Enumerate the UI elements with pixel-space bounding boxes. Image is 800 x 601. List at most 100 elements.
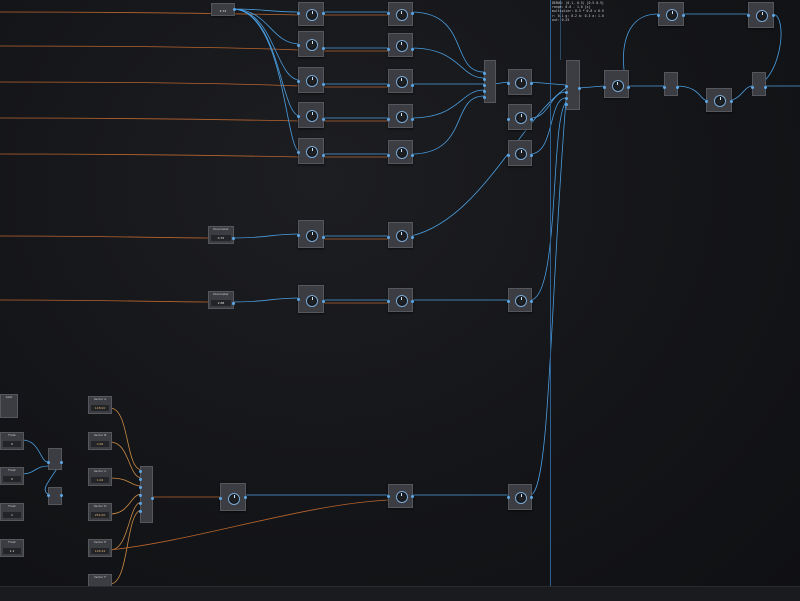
input-port[interactable] bbox=[507, 496, 510, 499]
output-port[interactable] bbox=[151, 497, 154, 500]
input-port[interactable] bbox=[297, 12, 300, 15]
value-field[interactable]: 1 bbox=[3, 512, 21, 518]
output-port[interactable] bbox=[764, 86, 767, 89]
knob-node[interactable] bbox=[507, 140, 533, 166]
input-port[interactable] bbox=[387, 236, 390, 239]
input-port[interactable] bbox=[483, 72, 486, 75]
knob-node[interactable] bbox=[219, 483, 247, 511]
knob-node[interactable] bbox=[297, 220, 325, 248]
output-port[interactable] bbox=[627, 86, 630, 89]
input-port[interactable] bbox=[139, 494, 142, 497]
split-node[interactable]: Split bbox=[0, 394, 18, 418]
float-node[interactable]: Float 1 bbox=[0, 503, 24, 521]
output-port[interactable] bbox=[578, 87, 581, 90]
input-port[interactable] bbox=[483, 90, 486, 93]
input-port[interactable] bbox=[507, 154, 510, 157]
input-port[interactable] bbox=[297, 298, 300, 301]
input-port[interactable] bbox=[139, 510, 142, 513]
input-port[interactable] bbox=[483, 96, 486, 99]
knob-node[interactable] bbox=[387, 222, 414, 248]
knob-node[interactable] bbox=[297, 138, 325, 164]
output-port[interactable] bbox=[530, 154, 533, 157]
input-port[interactable] bbox=[507, 118, 510, 121]
output-port[interactable] bbox=[322, 12, 325, 15]
vector-input-node[interactable]: Vector C 1.00 bbox=[88, 468, 112, 486]
value-field[interactable]: 0 bbox=[3, 441, 21, 447]
input-port[interactable] bbox=[387, 84, 390, 87]
input-port[interactable] bbox=[387, 154, 390, 157]
input-port[interactable] bbox=[297, 151, 300, 154]
input-port[interactable] bbox=[657, 14, 660, 17]
input-port[interactable] bbox=[139, 478, 142, 481]
knob-node[interactable] bbox=[747, 2, 775, 28]
input-port[interactable] bbox=[139, 470, 142, 473]
output-port[interactable] bbox=[772, 14, 775, 17]
output-port[interactable] bbox=[60, 494, 63, 497]
output-port[interactable] bbox=[322, 47, 325, 50]
knob-node[interactable] bbox=[297, 31, 325, 57]
value-field[interactable]: 1.00 bbox=[91, 477, 109, 483]
input-port[interactable] bbox=[139, 502, 142, 505]
input-port[interactable] bbox=[387, 12, 390, 15]
input-port[interactable] bbox=[297, 115, 300, 118]
knob-dial[interactable] bbox=[306, 39, 318, 52]
merge-node[interactable] bbox=[751, 72, 767, 96]
knob-dial[interactable] bbox=[515, 77, 527, 90]
value-field[interactable]: 0 bbox=[3, 476, 21, 482]
knob-node[interactable] bbox=[387, 2, 414, 26]
input-port[interactable] bbox=[663, 86, 666, 89]
input-port[interactable] bbox=[565, 103, 568, 106]
knob-dial[interactable] bbox=[756, 10, 768, 23]
output-port[interactable] bbox=[411, 48, 414, 51]
source-node[interactable]: 2.72 bbox=[211, 3, 236, 16]
input-port[interactable] bbox=[297, 44, 300, 47]
knob-dial[interactable] bbox=[395, 147, 408, 160]
output-port[interactable] bbox=[411, 118, 414, 121]
output-port[interactable] bbox=[322, 154, 325, 157]
parameter-node[interactable]: Parameter 2.88 bbox=[208, 291, 235, 309]
input-port[interactable] bbox=[387, 495, 390, 498]
input-port[interactable] bbox=[565, 85, 568, 88]
knob-dial[interactable] bbox=[515, 148, 527, 161]
node-graph-canvas[interactable]: 2.72 DEBUG: (0.1, 0.5) [0.5 0.5] range: … bbox=[0, 0, 800, 586]
float-node[interactable]: Float 1.1 bbox=[0, 539, 24, 557]
vector-input-node[interactable]: Vector A 128.00 bbox=[88, 396, 112, 414]
knob-node[interactable] bbox=[297, 102, 325, 128]
output-port[interactable] bbox=[411, 300, 414, 303]
input-port[interactable] bbox=[297, 80, 300, 83]
vector-input-node[interactable]: Vector E 128.44 bbox=[88, 539, 112, 557]
knob-dial[interactable] bbox=[611, 79, 624, 92]
output-port[interactable] bbox=[676, 86, 679, 89]
input-port[interactable] bbox=[483, 78, 486, 81]
input-port[interactable] bbox=[507, 82, 510, 85]
input-port[interactable] bbox=[565, 91, 568, 94]
output-port[interactable] bbox=[530, 300, 533, 303]
knob-node[interactable] bbox=[603, 70, 630, 98]
input-port[interactable] bbox=[387, 48, 390, 51]
knob-node[interactable] bbox=[387, 33, 414, 57]
input-port[interactable] bbox=[47, 461, 50, 464]
knob-dial[interactable] bbox=[228, 492, 240, 505]
parameter-node[interactable]: Parameter 0.75 bbox=[208, 226, 235, 244]
output-port[interactable] bbox=[530, 118, 533, 121]
vector-input-node[interactable]: Vector D 254.00 bbox=[88, 503, 112, 521]
input-port[interactable] bbox=[747, 14, 750, 17]
merge-node[interactable] bbox=[483, 60, 496, 103]
knob-dial[interactable] bbox=[714, 95, 726, 108]
output-port[interactable] bbox=[682, 14, 685, 17]
value-field[interactable]: 2.88 bbox=[211, 300, 231, 306]
merge-node[interactable] bbox=[663, 72, 679, 96]
input-port[interactable] bbox=[47, 494, 50, 497]
output-port[interactable] bbox=[411, 495, 414, 498]
output-port[interactable] bbox=[322, 236, 325, 239]
knob-dial[interactable] bbox=[395, 230, 408, 243]
output-port[interactable] bbox=[530, 496, 533, 499]
knob-dial[interactable] bbox=[395, 40, 408, 53]
output-port[interactable] bbox=[232, 302, 235, 305]
knob-dial[interactable] bbox=[395, 111, 408, 124]
output-port[interactable] bbox=[411, 84, 414, 87]
knob-node[interactable] bbox=[705, 88, 733, 112]
input-port[interactable] bbox=[387, 118, 390, 121]
value-field[interactable]: 128.00 bbox=[91, 405, 109, 411]
output-port[interactable] bbox=[411, 12, 414, 15]
